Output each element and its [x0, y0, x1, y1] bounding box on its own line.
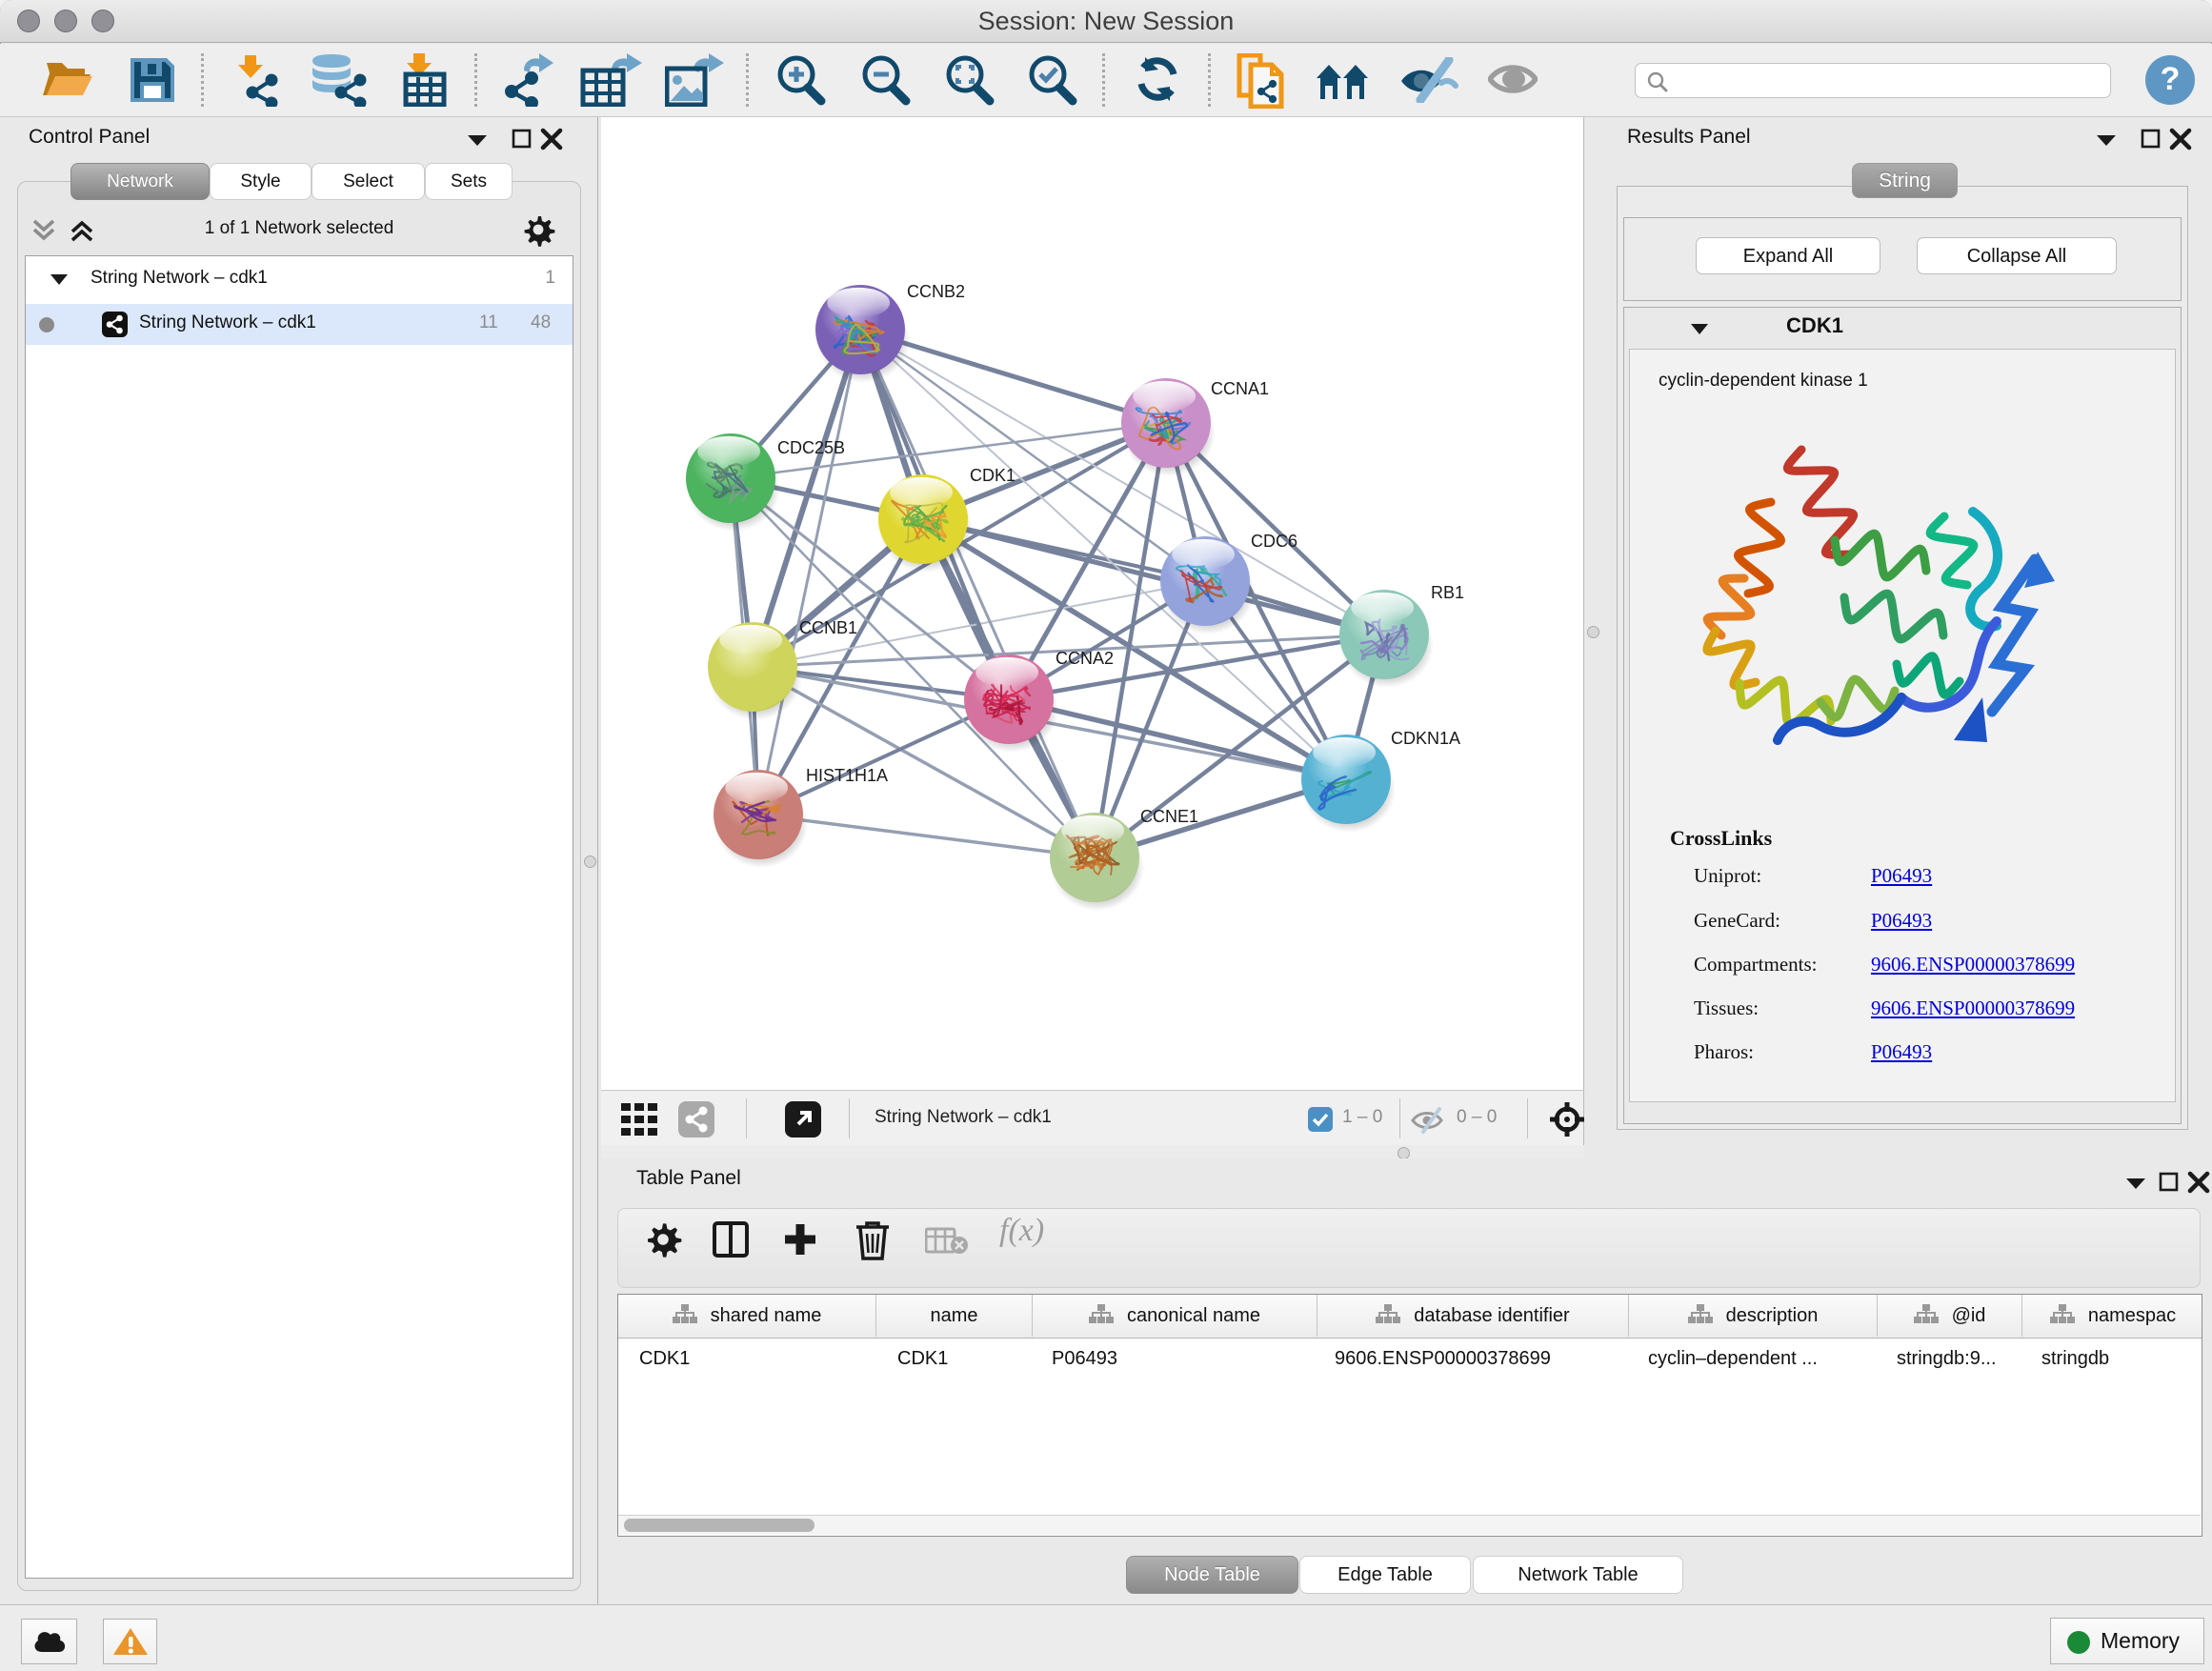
svg-text:CCNE1: CCNE1: [1140, 807, 1198, 826]
svg-text:CDC6: CDC6: [1251, 532, 1297, 551]
svg-text:CCNA1: CCNA1: [1211, 379, 1269, 398]
svg-text:CCNB2: CCNB2: [907, 282, 965, 301]
svg-text:CCNA2: CCNA2: [1056, 649, 1114, 668]
svg-text:HIST1H1A: HIST1H1A: [806, 766, 888, 785]
svg-text:CDKN1A: CDKN1A: [1391, 729, 1460, 748]
svg-text:CDK1: CDK1: [970, 466, 1016, 485]
svg-text:CDC25B: CDC25B: [777, 438, 845, 457]
svg-text:RB1: RB1: [1431, 583, 1464, 602]
svg-text:CCNB1: CCNB1: [799, 618, 857, 637]
